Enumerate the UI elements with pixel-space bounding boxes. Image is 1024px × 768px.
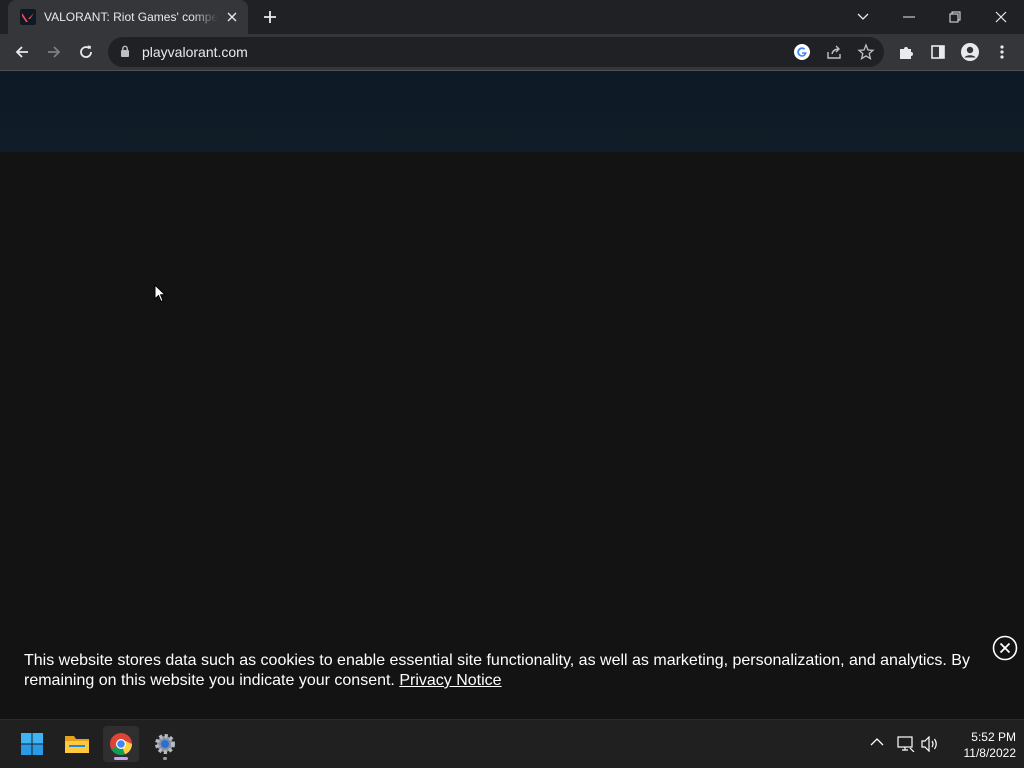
- profile-avatar-icon[interactable]: [956, 38, 984, 66]
- back-button[interactable]: [8, 38, 36, 66]
- lock-icon[interactable]: [120, 45, 130, 63]
- browser-tab-strip: VALORANT: Riot Games' competitive 5v5 ch…: [0, 0, 1024, 34]
- side-panel-icon[interactable]: [924, 38, 952, 66]
- extensions-puzzle-icon[interactable]: [892, 38, 920, 66]
- start-button[interactable]: [14, 726, 50, 762]
- web-page: This website stores data such as cookies…: [0, 71, 1024, 719]
- chrome-icon: [110, 733, 133, 756]
- windows-taskbar: 5:52 PM 11/8/2022: [0, 719, 1024, 768]
- active-app-indicator: [114, 757, 128, 760]
- folder-icon: [65, 736, 89, 753]
- kebab-menu-icon[interactable]: [988, 38, 1016, 66]
- address-bar[interactable]: playvalorant.com: [108, 37, 884, 67]
- url-text: playvalorant.com: [142, 44, 248, 60]
- cookie-consent-banner: This website stores data such as cookies…: [0, 627, 1024, 719]
- windows-logo-icon: [21, 733, 43, 755]
- forward-button[interactable]: [40, 38, 68, 66]
- privacy-notice-link[interactable]: Privacy Notice: [399, 672, 501, 689]
- running-app-indicator: [163, 757, 167, 760]
- page-header-band: [0, 71, 1024, 152]
- reload-button[interactable]: [72, 38, 100, 66]
- valorant-logo-icon: [20, 9, 36, 25]
- close-circle-icon: [992, 635, 1018, 661]
- file-explorer-button[interactable]: [59, 726, 95, 762]
- volume-icon[interactable]: [921, 735, 939, 757]
- minimize-button[interactable]: [886, 0, 932, 34]
- close-cookie-banner-button[interactable]: [992, 635, 1018, 661]
- clock-time: 5:52 PM: [971, 730, 1016, 744]
- google-lens-icon[interactable]: [793, 43, 811, 66]
- tab-search-icon[interactable]: [840, 0, 886, 34]
- network-icon[interactable]: [897, 736, 915, 757]
- chrome-taskbar-button[interactable]: [103, 726, 139, 762]
- new-tab-button[interactable]: [258, 5, 282, 29]
- gear-icon: [155, 734, 175, 754]
- show-hidden-icons-icon[interactable]: [870, 734, 884, 752]
- browser-tab[interactable]: VALORANT: Riot Games' competitive 5v5 ch…: [8, 0, 248, 34]
- taskbar-clock[interactable]: 5:52 PM 11/8/2022: [944, 729, 1017, 761]
- share-icon[interactable]: [825, 43, 843, 66]
- screen: VALORANT: Riot Games' competitive 5v5 ch…: [0, 0, 1024, 768]
- mouse-pointer-icon: [154, 283, 167, 308]
- close-tab-icon[interactable]: [224, 9, 240, 25]
- bookmark-star-icon[interactable]: [857, 43, 875, 66]
- cookie-consent-text: This website stores data such as cookies…: [24, 652, 970, 689]
- settings-taskbar-button[interactable]: [147, 726, 183, 762]
- browser-toolbar: playvalorant.com: [0, 34, 1024, 70]
- clock-date: 11/8/2022: [963, 746, 1017, 760]
- tab-title: VALORANT: Riot Games' competitive 5v5 ch…: [44, 10, 218, 24]
- restore-button[interactable]: [932, 0, 978, 34]
- close-window-button[interactable]: [978, 0, 1024, 34]
